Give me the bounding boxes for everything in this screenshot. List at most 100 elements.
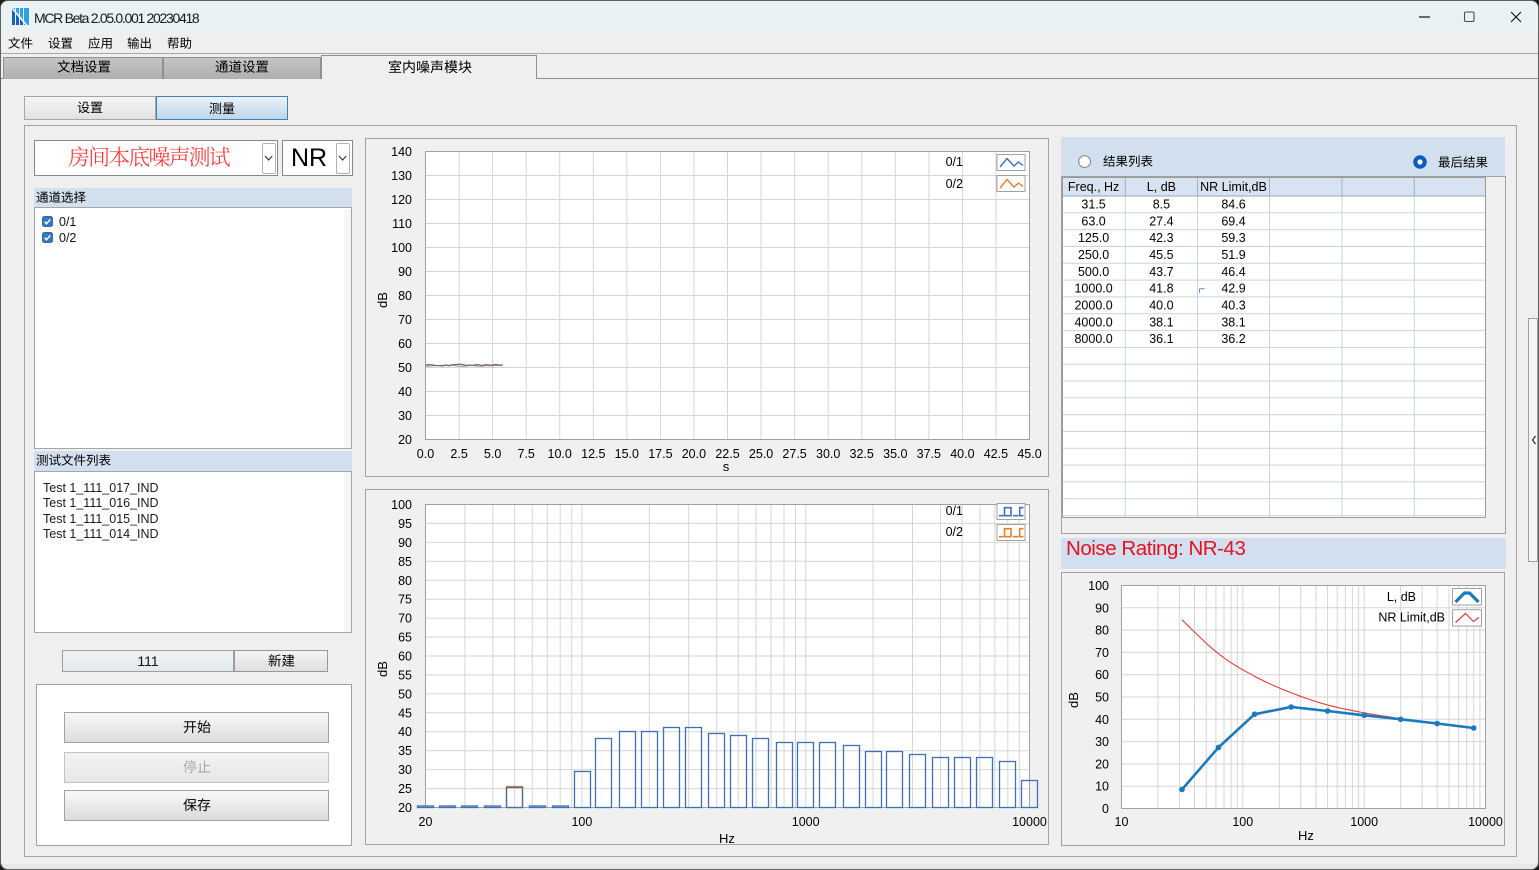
svg-text:20.0: 20.0 — [682, 447, 706, 461]
svg-text:55: 55 — [398, 668, 412, 682]
svg-text:90: 90 — [398, 536, 412, 550]
svg-text:80: 80 — [1095, 624, 1109, 638]
svg-text:10000: 10000 — [1012, 815, 1047, 829]
svg-text:32.5: 32.5 — [850, 447, 874, 461]
svg-text:95: 95 — [398, 517, 412, 531]
svg-text:36.2: 36.2 — [1221, 332, 1245, 346]
svg-text:Hz: Hz — [1298, 828, 1314, 843]
svg-text:15.0: 15.0 — [615, 447, 639, 461]
svg-text:60: 60 — [398, 337, 412, 351]
svg-text:46.4: 46.4 — [1221, 265, 1245, 279]
svg-text:70: 70 — [398, 313, 412, 327]
svg-text:42.9: 42.9 — [1221, 282, 1245, 296]
svg-text:125.0: 125.0 — [1078, 231, 1109, 245]
svg-text:40.3: 40.3 — [1221, 299, 1245, 313]
svg-text:110: 110 — [392, 217, 412, 231]
svg-text:L, dB: L, dB — [1387, 590, 1416, 604]
svg-text:25.0: 25.0 — [749, 447, 773, 461]
svg-text:2000.0: 2000.0 — [1074, 299, 1112, 313]
svg-text:60: 60 — [398, 650, 412, 664]
svg-text:1000: 1000 — [792, 815, 820, 829]
svg-text:7.5: 7.5 — [518, 447, 535, 461]
svg-text:0/1: 0/1 — [946, 504, 963, 518]
svg-text:27.5: 27.5 — [782, 447, 806, 461]
svg-text:84.6: 84.6 — [1221, 198, 1245, 212]
svg-text:75: 75 — [398, 593, 412, 607]
svg-text:100: 100 — [1088, 579, 1109, 593]
svg-text:20: 20 — [419, 815, 433, 829]
svg-text:140: 140 — [391, 145, 412, 159]
svg-text:70: 70 — [1095, 646, 1109, 660]
svg-text:0/1: 0/1 — [946, 155, 963, 169]
svg-text:Hz: Hz — [719, 831, 735, 845]
svg-text:10000: 10000 — [1468, 815, 1503, 829]
svg-text:45.0: 45.0 — [1017, 447, 1041, 461]
svg-text:20: 20 — [398, 801, 412, 815]
svg-text:37.5: 37.5 — [917, 447, 941, 461]
svg-text:10.0: 10.0 — [548, 447, 572, 461]
svg-text:250.0: 250.0 — [1078, 248, 1109, 262]
svg-text:0/2: 0/2 — [946, 525, 963, 539]
svg-text:45.5: 45.5 — [1149, 248, 1173, 262]
svg-text:30.0: 30.0 — [816, 447, 840, 461]
svg-text:51.9: 51.9 — [1221, 248, 1245, 262]
svg-text:35.0: 35.0 — [883, 447, 907, 461]
svg-text:5.0: 5.0 — [484, 447, 501, 461]
svg-text:500.0: 500.0 — [1078, 265, 1109, 279]
svg-text:65: 65 — [398, 631, 412, 645]
svg-text:10: 10 — [1115, 815, 1129, 829]
svg-text:120: 120 — [391, 193, 412, 207]
svg-text:25: 25 — [398, 782, 412, 796]
svg-text:L, dB: L, dB — [1147, 180, 1176, 194]
svg-text:60: 60 — [1095, 668, 1109, 682]
svg-text:30: 30 — [398, 763, 412, 777]
svg-text:38.1: 38.1 — [1221, 315, 1245, 329]
svg-text:41.8: 41.8 — [1149, 282, 1173, 296]
svg-text:20: 20 — [1095, 757, 1109, 771]
svg-text:36.1: 36.1 — [1149, 332, 1173, 346]
svg-text:1000: 1000 — [1350, 815, 1378, 829]
svg-text:38.1: 38.1 — [1149, 315, 1173, 329]
svg-text:30: 30 — [398, 409, 412, 423]
svg-text:dB: dB — [1066, 692, 1081, 708]
svg-text:90: 90 — [398, 265, 412, 279]
svg-text:43.7: 43.7 — [1149, 265, 1173, 279]
svg-text:42.5: 42.5 — [984, 447, 1008, 461]
svg-text:NR Limit,dB: NR Limit,dB — [1200, 180, 1267, 194]
svg-text:80: 80 — [398, 289, 412, 303]
svg-text:dB: dB — [375, 292, 390, 308]
svg-text:63.0: 63.0 — [1081, 214, 1105, 228]
svg-text:0: 0 — [1102, 802, 1109, 816]
svg-text:50: 50 — [398, 361, 412, 375]
svg-text:100: 100 — [391, 498, 412, 512]
svg-text:NR Limit,dB: NR Limit,dB — [1378, 611, 1445, 625]
svg-text:40: 40 — [398, 725, 412, 739]
svg-text:17.5: 17.5 — [648, 447, 672, 461]
svg-text:dB: dB — [375, 661, 390, 677]
svg-text:1000.0: 1000.0 — [1074, 282, 1112, 296]
svg-text:100: 100 — [1232, 815, 1253, 829]
svg-text:40.0: 40.0 — [1149, 299, 1173, 313]
svg-text:12.5: 12.5 — [581, 447, 605, 461]
svg-text:27.4: 27.4 — [1149, 214, 1173, 228]
svg-text:40: 40 — [398, 385, 412, 399]
svg-text:130: 130 — [391, 169, 412, 183]
svg-text:s: s — [723, 459, 730, 474]
svg-text:10: 10 — [1095, 780, 1109, 794]
svg-text:100: 100 — [571, 815, 592, 829]
svg-text:31.5: 31.5 — [1081, 198, 1105, 212]
svg-text:Freq., Hz: Freq., Hz — [1068, 180, 1119, 194]
svg-text:8.5: 8.5 — [1153, 198, 1170, 212]
svg-text:4000.0: 4000.0 — [1074, 315, 1112, 329]
svg-text:0/2: 0/2 — [946, 177, 963, 191]
svg-text:20: 20 — [398, 433, 412, 447]
svg-text:85: 85 — [398, 555, 412, 569]
svg-text:0.0: 0.0 — [417, 447, 434, 461]
svg-text:80: 80 — [398, 574, 412, 588]
svg-text:59.3: 59.3 — [1221, 231, 1245, 245]
svg-text:8000.0: 8000.0 — [1074, 332, 1112, 346]
svg-text:100: 100 — [391, 241, 412, 255]
svg-text:70: 70 — [398, 612, 412, 626]
svg-text:2.5: 2.5 — [450, 447, 467, 461]
svg-text:42.3: 42.3 — [1149, 231, 1173, 245]
